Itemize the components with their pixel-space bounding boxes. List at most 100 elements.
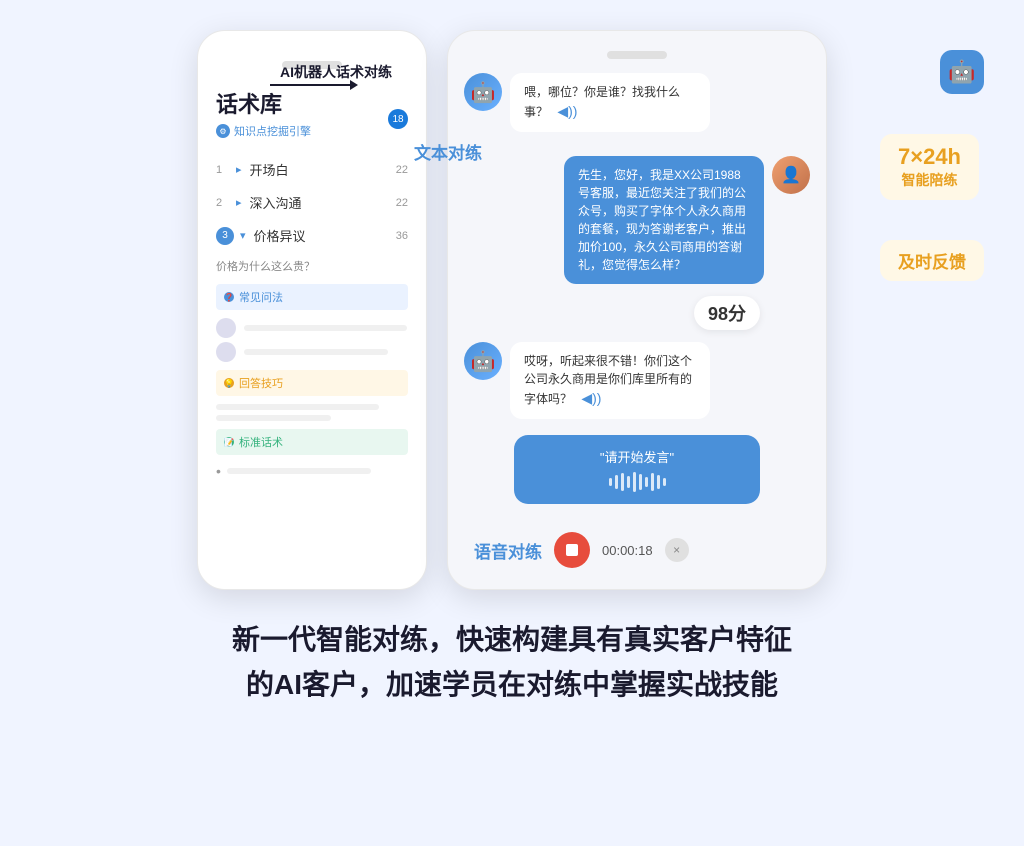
script-dot: 📝 xyxy=(224,437,234,447)
bullet-icon: • xyxy=(216,463,221,479)
chat-row-bot-2: 🤖 哎呀，听起来很不错！你们这个公司永久商用是你们库里所有的字体吗？ ◀)) xyxy=(464,342,810,419)
subtitle-icon: ⚙ xyxy=(216,124,230,138)
stop-icon xyxy=(566,544,578,556)
record-button[interactable] xyxy=(554,532,590,568)
waveform xyxy=(530,472,744,492)
voice-controls: 语音对练 00:00:18 × xyxy=(464,532,810,568)
robot-icon-badge: 🤖 xyxy=(940,50,984,94)
menu-count-1: 22 xyxy=(396,164,408,176)
wave-6 xyxy=(639,474,642,490)
wave-8 xyxy=(651,473,654,491)
voice-prompt: "请开始发言" xyxy=(530,447,744,466)
menu-count-2: 22 xyxy=(396,197,408,209)
menu-arrow-3: ▾ xyxy=(240,229,246,242)
section-faq: ❓ 常见问法 xyxy=(216,284,408,310)
avatar-2 xyxy=(216,342,236,362)
wave-5 xyxy=(633,472,636,492)
main-container: AI机器人话术对练 话术库 ⚙ 知识点挖掘引擎 18 1 ▸ 开场白 22 xyxy=(0,0,1024,728)
wave-7 xyxy=(645,477,648,487)
tips-line-1 xyxy=(216,404,379,410)
wave-2 xyxy=(615,475,618,489)
bottom-line-1: 新一代智能对练，快速构建具有真实客户特征 xyxy=(232,618,792,663)
menu-count-3: 36 xyxy=(396,230,408,242)
menu-item-3[interactable]: 3 ▾ 价格异议 36 xyxy=(216,219,408,252)
line-2 xyxy=(244,349,388,355)
bot-face-1: 🤖 xyxy=(471,80,496,105)
text-practice-label: 文本对练 xyxy=(414,139,482,164)
wave-10 xyxy=(663,478,666,486)
menu-label-3: 价格异议 xyxy=(254,226,306,245)
avatar-row-1 xyxy=(216,318,408,338)
arrow-line xyxy=(270,84,350,86)
tips-line-2 xyxy=(216,415,331,421)
badge-24h: 7×24h 智能陪练 xyxy=(880,134,979,200)
menu-label-1: 开场白 xyxy=(250,160,289,179)
arrow-connector: AI机器人话术对练 xyxy=(270,80,358,90)
subtitle-text: 知识点挖掘引擎 xyxy=(234,123,311,139)
bot-face-2: 🤖 xyxy=(471,349,496,374)
phone-left: 话术库 ⚙ 知识点挖掘引擎 18 1 ▸ 开场白 22 2 ▸ xyxy=(197,30,427,590)
bot-avatar-1: 🤖 xyxy=(464,73,502,111)
menu-arrow-2: ▸ xyxy=(236,196,242,209)
bot-avatar-2: 🤖 xyxy=(464,342,502,380)
voice-practice-label: 语音对练 xyxy=(474,538,542,563)
avatar-row-2 xyxy=(216,342,408,362)
wave-3 xyxy=(621,473,624,491)
voice-input-bubble: "请开始发言" xyxy=(514,435,760,504)
tips-label: 回答技巧 xyxy=(239,375,283,391)
arrow-label: AI机器人话术对练 xyxy=(280,62,392,82)
chat-row-bot-1: 🤖 喂，哪位？你是谁？找我什么事？ ◀)) xyxy=(464,73,810,132)
wave-9 xyxy=(657,475,660,489)
menu-num-1: 1 xyxy=(216,164,230,176)
sound-icon-1: ◀)) xyxy=(557,103,577,119)
menu-item-1-left: 1 ▸ 开场白 xyxy=(216,160,289,179)
badge-24h-line2: 智能陪练 xyxy=(898,170,961,190)
section-tips: 💡 回答技巧 xyxy=(216,370,408,396)
chat-bubble-bot-1: 喂，哪位？你是谁？找我什么事？ ◀)) xyxy=(510,73,710,132)
avatar-1 xyxy=(216,318,236,338)
wave-4 xyxy=(627,476,630,488)
question-text: 价格为什么这么贵？ xyxy=(216,258,408,274)
chat-bubble-user-1: 先生，您好，我是XX公司1988号客服，最近您关注了我们的公众号，购买了字体个人… xyxy=(564,156,764,284)
menu-item-1[interactable]: 1 ▸ 开场白 22 xyxy=(216,153,408,186)
menu-num-3: 3 xyxy=(216,227,234,245)
chat-row-user-1: 👤 先生，您好，我是XX公司1988号客服，最近您关注了我们的公众号，购买了字体… xyxy=(464,156,810,284)
menu-item-3-left: 3 ▾ 价格异议 xyxy=(216,226,306,245)
score-badge: 98分 xyxy=(694,296,760,330)
bot-message-1: 喂，哪位？你是谁？找我什么事？ xyxy=(524,85,680,119)
faq-label: 常见问法 xyxy=(239,289,283,305)
badge-24h-line1: 7×24h xyxy=(898,144,961,170)
sound-icon-2: ◀)) xyxy=(581,390,601,406)
bottom-text: 新一代智能对练，快速构建具有真实客户特征 的AI客户，加速学员在对练中掌握实战技… xyxy=(172,618,852,708)
wave-1 xyxy=(609,478,612,486)
user-avatar-1: 👤 xyxy=(772,156,810,194)
script-line xyxy=(227,468,371,474)
menu-label-2: 深入沟通 xyxy=(250,193,302,212)
section-script: 📝 标准话术 xyxy=(216,429,408,455)
menu-num-2: 2 xyxy=(216,197,230,209)
faq-dot: ❓ xyxy=(224,292,234,302)
left-phone-title: 话术库 xyxy=(216,87,408,119)
line-1 xyxy=(244,325,407,331)
menu-arrow-1: ▸ xyxy=(236,163,242,176)
count-badge: 18 xyxy=(388,109,408,129)
right-float-badges: 🤖 7×24h 智能陪练 及时反馈 xyxy=(880,50,984,281)
right-phone-notch xyxy=(607,51,667,59)
badge-feedback: 及时反馈 xyxy=(880,240,984,281)
chat-area: 🤖 喂，哪位？你是谁？找我什么事？ ◀)) 文本对练 👤 xyxy=(464,73,810,568)
close-button[interactable]: × xyxy=(665,538,689,562)
menu-item-2-left: 2 ▸ 深入沟通 xyxy=(216,193,302,212)
script-label: 标准话术 xyxy=(239,434,283,450)
menu-item-2[interactable]: 2 ▸ 深入沟通 22 xyxy=(216,186,408,219)
user-message-1: 先生，您好，我是XX公司1988号客服，最近您关注了我们的公众号，购买了字体个人… xyxy=(578,168,746,272)
timer-display: 00:00:18 xyxy=(602,543,653,558)
script-item: • xyxy=(216,463,408,479)
user-face: 👤 xyxy=(781,165,801,185)
left-phone-subtitle: ⚙ 知识点挖掘引擎 xyxy=(216,123,408,139)
bottom-line-2: 的AI客户，加速学员在对练中掌握实战技能 xyxy=(232,663,792,708)
phones-section: AI机器人话术对练 话术库 ⚙ 知识点挖掘引擎 18 1 ▸ 开场白 22 xyxy=(40,30,984,590)
phone-right: 🤖 喂，哪位？你是谁？找我什么事？ ◀)) 文本对练 👤 xyxy=(447,30,827,590)
chat-bubble-bot-2: 哎呀，听起来很不错！你们这个公司永久商用是你们库里所有的字体吗？ ◀)) xyxy=(510,342,710,419)
bot-message-2: 哎呀，听起来很不错！你们这个公司永久商用是你们库里所有的字体吗？ xyxy=(524,354,692,406)
tips-dot: 💡 xyxy=(224,378,234,388)
